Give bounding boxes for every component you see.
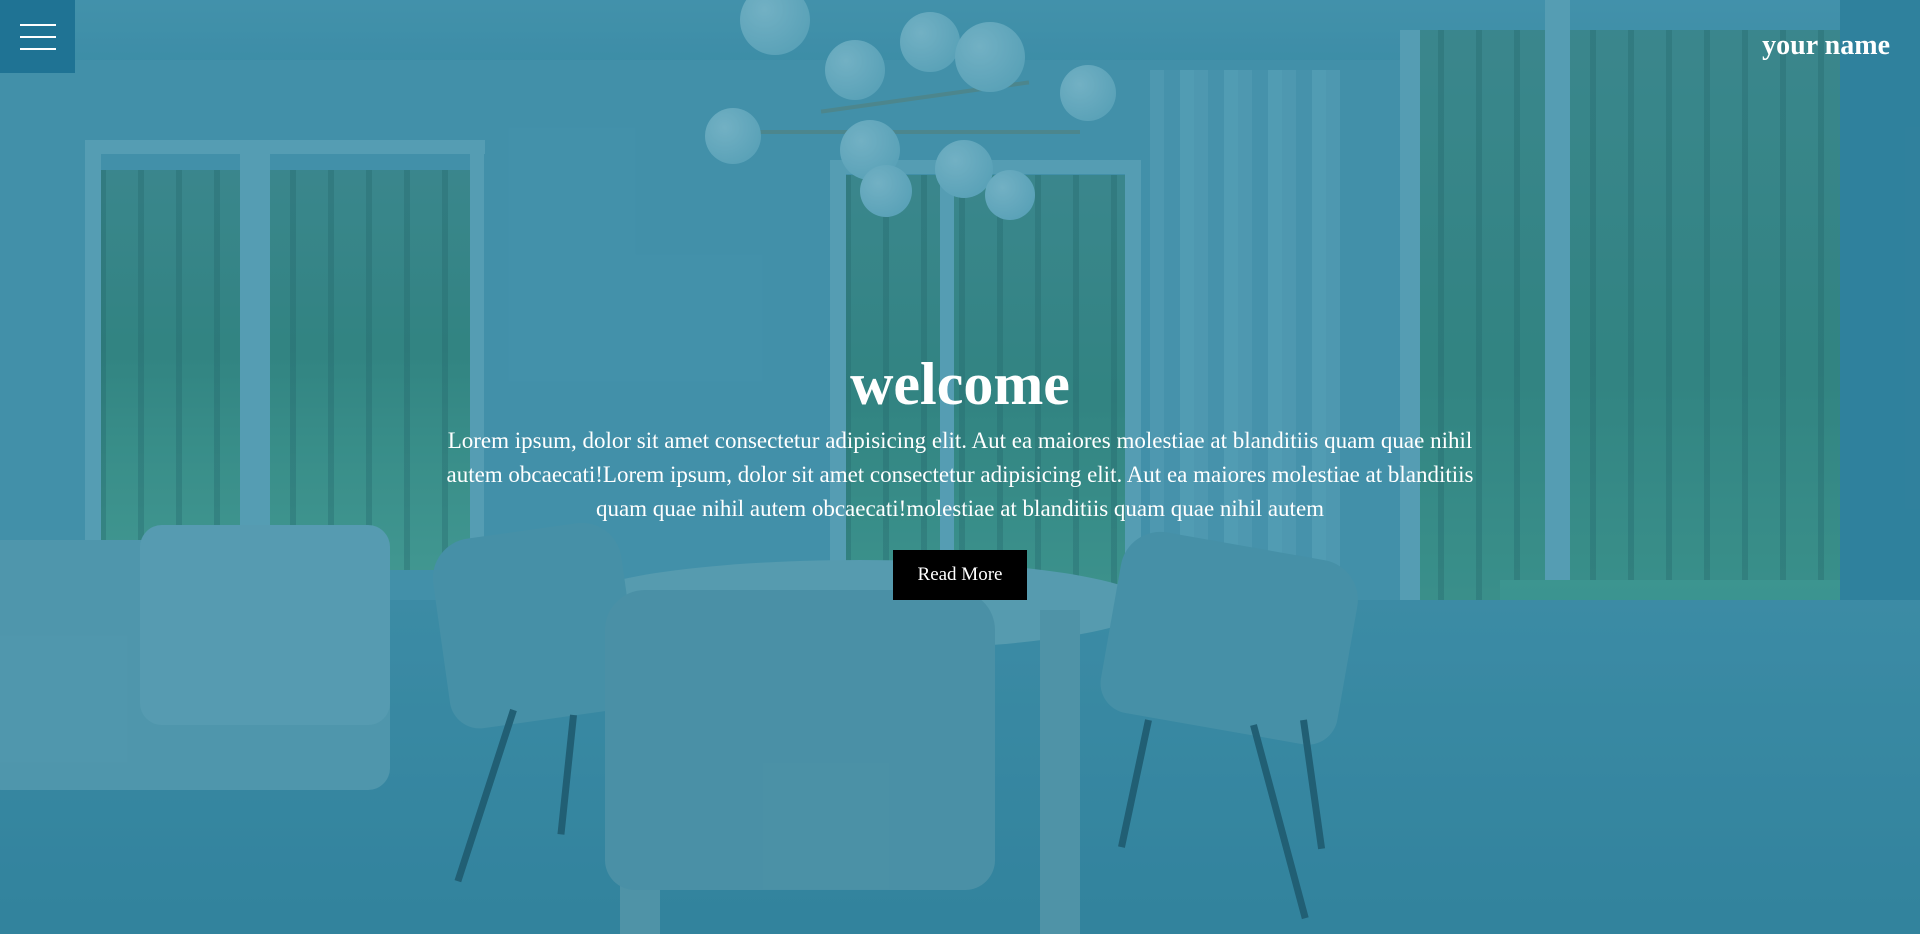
hamburger-menu-icon-line [19, 47, 56, 50]
hamburger-menu-icon [19, 23, 56, 26]
menu-button[interactable] [0, 0, 75, 73]
hero-content: welcome Lorem ipsum, dolor sit amet cons… [0, 352, 1920, 600]
hero-title: welcome [850, 351, 1070, 417]
hamburger-menu-icon-line [19, 35, 56, 38]
brand-logo[interactable]: your name [1762, 32, 1890, 60]
hero-section: your name welcome Lorem ipsum, dolor sit… [0, 0, 1920, 934]
hero-description: Lorem ipsum, dolor sit amet consectetur … [446, 428, 1474, 521]
read-more-button[interactable]: Read More [892, 550, 1028, 600]
